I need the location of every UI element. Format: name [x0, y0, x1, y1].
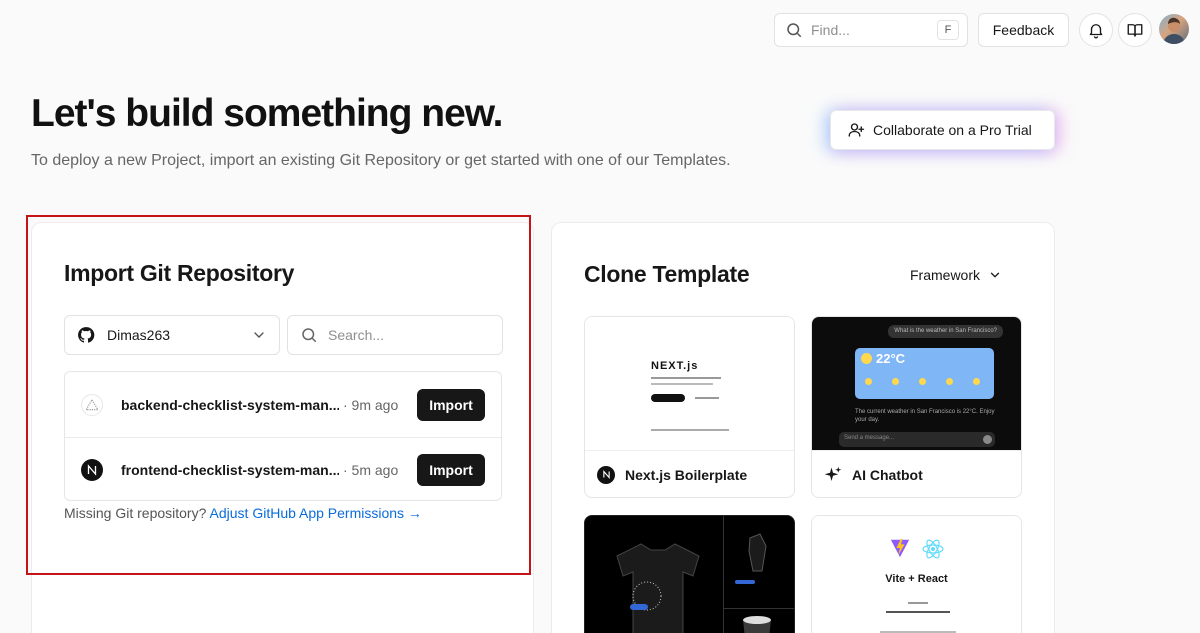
weather-reply: The current weather in San Francisco is …: [855, 409, 995, 423]
find-placeholder: Find...: [811, 22, 850, 38]
repo-name: backend-checklist-system-man...: [121, 396, 339, 413]
docs-button[interactable]: [1118, 13, 1152, 47]
chevron-down-icon: [990, 272, 1000, 278]
sparkles-icon: [824, 466, 842, 484]
user-avatar[interactable]: [1159, 14, 1189, 44]
next-logo-text: NEXT.js: [651, 360, 699, 372]
vite-icon: [890, 538, 910, 558]
template-card-ai-chatbot[interactable]: What is the weather in San Francisco? 22…: [811, 316, 1022, 498]
nextjs-icon: [81, 459, 103, 481]
repo-search-input[interactable]: [328, 327, 478, 343]
triangle-icon: [81, 393, 103, 416]
book-open-icon: [1127, 24, 1143, 37]
repo-list: backend-checklist-system-man... · 9m ago…: [64, 371, 502, 501]
weather-widget: 22°C: [855, 348, 994, 399]
pro-trial-button[interactable]: Collaborate on a Pro Trial: [830, 110, 1055, 150]
pro-trial-label: Collaborate on a Pro Trial: [873, 122, 1032, 138]
weather-temp: 22°C: [876, 351, 906, 366]
import-button[interactable]: Import: [417, 454, 485, 486]
user-plus-icon: [848, 123, 865, 137]
import-button[interactable]: Import: [417, 388, 485, 421]
search-icon: [787, 23, 802, 38]
template-thumbnail: [585, 516, 794, 633]
git-account-select[interactable]: Dimas263: [64, 315, 280, 355]
repo-row: frontend-checklist-system-man... · 5m ag…: [65, 437, 501, 502]
notifications-button[interactable]: [1079, 13, 1113, 47]
find-shortcut-key: F: [937, 20, 959, 40]
nextjs-icon: [597, 465, 615, 484]
bell-icon: [1089, 24, 1103, 39]
weather-question: What is the weather in San Francisco?: [888, 325, 1003, 338]
template-card-commerce[interactable]: [584, 515, 795, 633]
framework-filter-dropdown[interactable]: Framework: [902, 264, 1010, 286]
page-subtitle: To deploy a new Project, import an exist…: [31, 152, 731, 169]
template-thumbnail: What is the weather in San Francisco? 22…: [812, 317, 1021, 450]
github-icon: [78, 327, 95, 343]
template-footer: Next.js Boilerplate: [585, 450, 794, 497]
template-footer: AI Chatbot: [812, 450, 1021, 497]
missing-repo-text: Missing Git repository? Adjust GitHub Ap…: [64, 505, 422, 521]
repo-name: frontend-checklist-system-man...: [121, 462, 339, 478]
chevron-down-icon: [254, 332, 264, 338]
tshirt-preview-image: [616, 516, 794, 633]
repo-search-box[interactable]: [287, 315, 503, 355]
react-icon: [922, 539, 944, 559]
git-account-name: Dimas263: [107, 327, 171, 343]
repo-row: backend-checklist-system-man... · 9m ago…: [65, 372, 501, 437]
feedback-button[interactable]: Feedback: [978, 13, 1069, 47]
clone-section-title: Clone Template: [584, 261, 750, 287]
search-icon: [302, 328, 317, 343]
repo-updated-time: · 5m ago: [343, 462, 399, 478]
adjust-permissions-link[interactable]: Adjust GitHub App Permissions →: [210, 505, 422, 521]
template-card-vite-react[interactable]: Vite + React: [811, 515, 1022, 633]
find-search-box[interactable]: Find... F: [774, 13, 968, 47]
chat-input: Send a message...: [839, 432, 995, 447]
template-name: Next.js Boilerplate: [625, 466, 748, 483]
chat-placeholder: Send a message...: [844, 435, 895, 441]
framework-filter-label: Framework: [910, 267, 981, 283]
vite-react-heading: Vite + React: [885, 573, 948, 585]
template-name: AI Chatbot: [852, 466, 923, 483]
missing-repo-label: Missing Git repository?: [64, 505, 207, 521]
template-card-nextjs[interactable]: NEXT.js Next.js Boilerplate: [584, 316, 795, 498]
page-title: Let's build something new.: [31, 92, 504, 135]
template-thumbnail: Vite + React: [812, 516, 1021, 633]
import-section-title: Import Git Repository: [64, 260, 295, 286]
template-thumbnail: NEXT.js: [585, 317, 794, 450]
repo-updated-time: · 9m ago: [343, 396, 399, 413]
